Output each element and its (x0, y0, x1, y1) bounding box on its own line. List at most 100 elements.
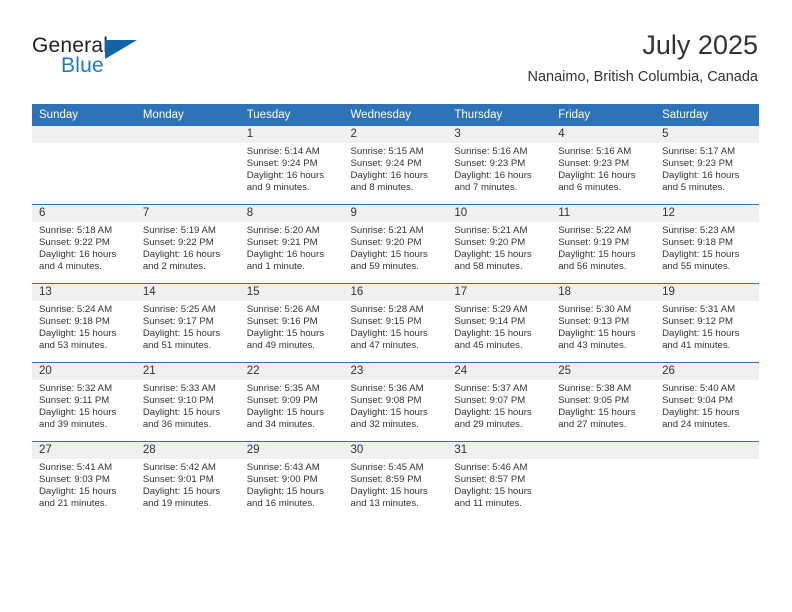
daylight-text: Daylight: 15 hours and 36 minutes. (142, 406, 221, 430)
sunset-text: Sunset: 9:07 PM (454, 394, 526, 406)
sunrise-text: Sunrise: 5:38 AM (558, 383, 632, 394)
calendar-header-row: Sunday Monday Tuesday Wednesday Thursday… (32, 104, 759, 126)
calendar-day-cell[interactable]: 11 Sunrise: 5:22 AM Sunset: 9:19 PM Dayligh… (551, 204, 656, 284)
calendar-day-cell[interactable]: 22 Sunrise: 5:35 AM Sunset: 9:09 PM Dayligh… (239, 362, 344, 442)
day-cell-content: 11 Sunrise: 5:22 AM Sunset: 9:19 PM Dayligh… (551, 205, 656, 283)
calendar-day-cell[interactable]: 27 Sunrise: 5:41 AM Sunset: 9:03 PM Dayligh… (32, 441, 136, 520)
calendar-page: General Blue July 2025 Nanaimo, British … (0, 0, 792, 612)
calendar-day-cell[interactable]: 31 Sunrise: 5:46 AM Sunset: 8:57 PM Dayligh… (447, 441, 552, 520)
calendar-body: 1 Sunrise: 5:14 AM Sunset: 9:24 PM Daylight… (32, 126, 759, 520)
day-number: 29 (239, 442, 344, 459)
day-sun-info: Sunrise: 5:35 AM Sunset: 9:09 PM Daylight:… (240, 380, 344, 431)
day-cell-content: 2 Sunrise: 5:15 AM Sunset: 9:24 PM Daylight… (343, 126, 448, 204)
daylight-text: Daylight: 16 hours and 7 minutes. (454, 169, 532, 193)
day-number: 18 (551, 284, 656, 301)
day-number: 27 (32, 442, 136, 459)
calendar-day-cell[interactable]: 4 Sunrise: 5:16 AM Sunset: 9:23 PM Daylight… (551, 126, 656, 205)
sunrise-text: Sunrise: 5:21 AM (454, 225, 528, 236)
calendar-day-cell[interactable]: 6 Sunrise: 5:18 AM Sunset: 9:22 PM Daylight… (32, 204, 136, 284)
day-cell-content: 19 Sunrise: 5:31 AM Sunset: 9:12 PM Dayligh… (655, 284, 759, 362)
sunset-text: Sunset: 9:01 PM (142, 473, 214, 485)
sunset-text: Sunset: 9:09 PM (246, 394, 318, 406)
calendar-day-cell[interactable]: 17 Sunrise: 5:29 AM Sunset: 9:14 PM Dayligh… (447, 283, 552, 363)
day-number: 12 (655, 205, 759, 222)
calendar-day-cell[interactable]: 29 Sunrise: 5:43 AM Sunset: 9:00 PM Dayligh… (239, 441, 344, 520)
calendar-day-cell[interactable]: 12 Sunrise: 5:23 AM Sunset: 9:18 PM Dayligh… (655, 204, 759, 284)
calendar-day-cell[interactable]: 10 Sunrise: 5:21 AM Sunset: 9:20 PM Dayligh… (447, 204, 552, 284)
calendar-day-cell (655, 441, 759, 520)
calendar-day-cell[interactable]: 3 Sunrise: 5:16 AM Sunset: 9:23 PM Daylight… (447, 126, 552, 205)
day-number: 26 (655, 363, 759, 380)
day-number: 3 (447, 126, 552, 143)
day-number: 25 (551, 363, 656, 380)
day-sun-info: Sunrise: 5:26 AM Sunset: 9:16 PM Daylight:… (240, 301, 344, 352)
day-number: 6 (32, 205, 136, 222)
day-sun-info: Sunrise: 5:20 AM Sunset: 9:21 PM Daylight:… (240, 222, 344, 273)
sunset-text: Sunset: 9:15 PM (350, 315, 422, 327)
day-sun-info: Sunrise: 5:23 AM Sunset: 9:18 PM Daylight:… (655, 222, 759, 273)
calendar-day-cell[interactable]: 7 Sunrise: 5:19 AM Sunset: 9:22 PM Daylight… (135, 204, 240, 284)
day-cell-content: 7 Sunrise: 5:19 AM Sunset: 9:22 PM Daylight… (135, 205, 240, 283)
sunset-text: Sunset: 9:18 PM (39, 315, 110, 327)
day-number: 17 (447, 284, 552, 301)
calendar-day-cell[interactable]: 25 Sunrise: 5:38 AM Sunset: 9:05 PM Dayligh… (551, 362, 656, 442)
day-number: 15 (239, 284, 344, 301)
calendar-day-cell[interactable]: 16 Sunrise: 5:28 AM Sunset: 9:15 PM Dayligh… (343, 283, 448, 363)
day-number (655, 442, 759, 459)
day-sun-info: Sunrise: 5:19 AM Sunset: 9:22 PM Daylight:… (136, 222, 240, 273)
sunrise-text: Sunrise: 5:46 AM (454, 462, 528, 473)
calendar-day-cell[interactable]: 23 Sunrise: 5:36 AM Sunset: 9:08 PM Dayligh… (343, 362, 448, 442)
day-cell-content: 31 Sunrise: 5:46 AM Sunset: 8:57 PM Dayligh… (447, 442, 552, 520)
daylight-text: Daylight: 15 hours and 53 minutes. (39, 327, 117, 351)
day-sun-info: Sunrise: 5:17 AM Sunset: 9:23 PM Daylight:… (655, 143, 759, 194)
calendar-day-cell[interactable]: 2 Sunrise: 5:15 AM Sunset: 9:24 PM Daylight… (343, 126, 448, 205)
day-sun-info: Sunrise: 5:16 AM Sunset: 9:23 PM Daylight:… (551, 143, 655, 194)
calendar-day-cell[interactable]: 13 Sunrise: 5:24 AM Sunset: 9:18 PM Dayligh… (32, 283, 136, 363)
calendar-day-cell[interactable]: 15 Sunrise: 5:26 AM Sunset: 9:16 PM Dayligh… (239, 283, 344, 363)
calendar-day-cell[interactable]: 21 Sunrise: 5:33 AM Sunset: 9:10 PM Dayligh… (135, 362, 240, 442)
daylight-text: Daylight: 15 hours and 11 minutes. (454, 485, 532, 509)
sunset-text: Sunset: 9:08 PM (350, 394, 422, 406)
calendar-day-cell[interactable]: 20 Sunrise: 5:32 AM Sunset: 9:11 PM Dayligh… (32, 362, 136, 442)
day-cell-content (655, 442, 759, 520)
calendar-day-cell[interactable]: 30 Sunrise: 5:45 AM Sunset: 8:59 PM Dayligh… (343, 441, 448, 520)
day-sun-info: Sunrise: 5:16 AM Sunset: 9:23 PM Daylight:… (447, 143, 551, 194)
sunrise-text: Sunrise: 5:37 AM (454, 383, 528, 394)
calendar-day-cell[interactable]: 5 Sunrise: 5:17 AM Sunset: 9:23 PM Daylight… (655, 126, 759, 205)
daylight-text: Daylight: 16 hours and 9 minutes. (246, 169, 325, 193)
weekday-header-tuesday: Tuesday (239, 104, 344, 126)
brand-logo[interactable]: General Blue (32, 34, 182, 88)
day-sun-info: Sunrise: 5:25 AM Sunset: 9:17 PM Daylight:… (136, 301, 240, 352)
day-cell-content: 13 Sunrise: 5:24 AM Sunset: 9:18 PM Dayligh… (32, 284, 136, 362)
day-cell-content: 14 Sunrise: 5:25 AM Sunset: 9:17 PM Dayligh… (135, 284, 240, 362)
sunset-text: Sunset: 9:11 PM (39, 394, 110, 406)
calendar-week-row: 13 Sunrise: 5:24 AM Sunset: 9:18 PM Dayligh… (32, 283, 759, 363)
sunrise-text: Sunrise: 5:40 AM (662, 383, 736, 394)
sunrise-text: Sunrise: 5:22 AM (558, 225, 632, 236)
day-number: 11 (551, 205, 656, 222)
sunset-text: Sunset: 8:59 PM (350, 473, 422, 485)
calendar-day-cell[interactable]: 24 Sunrise: 5:37 AM Sunset: 9:07 PM Dayligh… (447, 362, 552, 442)
sunset-text: Sunset: 9:04 PM (662, 394, 733, 406)
day-cell-content: 17 Sunrise: 5:29 AM Sunset: 9:14 PM Dayligh… (447, 284, 552, 362)
day-number: 23 (343, 363, 448, 380)
calendar-day-cell[interactable]: 14 Sunrise: 5:25 AM Sunset: 9:17 PM Dayligh… (135, 283, 240, 363)
calendar-day-cell[interactable]: 9 Sunrise: 5:21 AM Sunset: 9:20 PM Daylight… (343, 204, 448, 284)
calendar-day-cell[interactable]: 26 Sunrise: 5:40 AM Sunset: 9:04 PM Dayligh… (655, 362, 759, 442)
day-sun-info: Sunrise: 5:33 AM Sunset: 9:10 PM Daylight:… (136, 380, 240, 431)
calendar-day-cell[interactable]: 18 Sunrise: 5:30 AM Sunset: 9:13 PM Dayligh… (551, 283, 656, 363)
day-sun-info: Sunrise: 5:30 AM Sunset: 9:13 PM Daylight:… (551, 301, 655, 352)
day-number: 2 (343, 126, 448, 143)
calendar-day-cell[interactable]: 1 Sunrise: 5:14 AM Sunset: 9:24 PM Daylight… (239, 126, 344, 205)
sunrise-text: Sunrise: 5:45 AM (350, 462, 424, 473)
day-sun-info: Sunrise: 5:22 AM Sunset: 9:19 PM Daylight:… (551, 222, 655, 273)
day-cell-content: 15 Sunrise: 5:26 AM Sunset: 9:16 PM Dayligh… (239, 284, 344, 362)
calendar-day-cell[interactable]: 28 Sunrise: 5:42 AM Sunset: 9:01 PM Dayligh… (135, 441, 240, 520)
sunrise-text: Sunrise: 5:42 AM (142, 462, 216, 473)
calendar-day-cell[interactable]: 19 Sunrise: 5:31 AM Sunset: 9:12 PM Dayligh… (655, 283, 759, 363)
day-sun-info: Sunrise: 5:37 AM Sunset: 9:07 PM Daylight:… (447, 380, 551, 431)
calendar-day-cell[interactable]: 8 Sunrise: 5:20 AM Sunset: 9:21 PM Daylight… (239, 204, 344, 284)
sunrise-text: Sunrise: 5:19 AM (142, 225, 216, 236)
daylight-text: Daylight: 15 hours and 45 minutes. (454, 327, 532, 351)
daylight-text: Daylight: 15 hours and 16 minutes. (246, 485, 325, 509)
